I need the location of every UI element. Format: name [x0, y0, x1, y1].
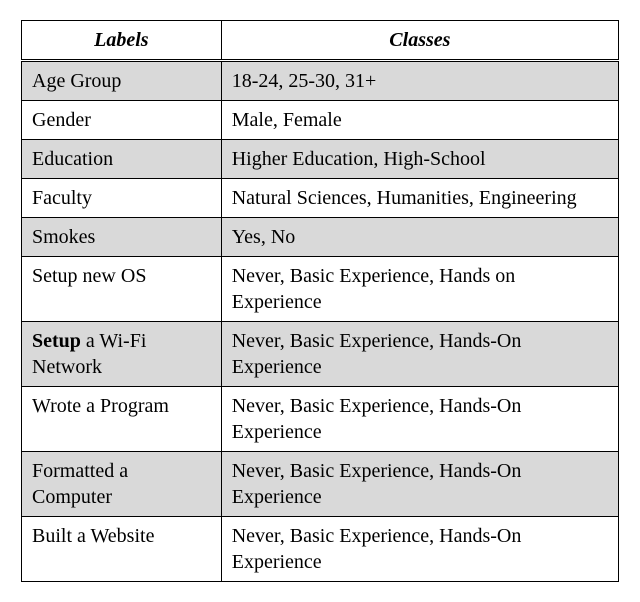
- label-formatted-computer: Formatted a Computer: [22, 452, 222, 517]
- classes-gender: Male, Female: [221, 101, 618, 140]
- classes-age-group: 18-24, 25-30, 31+: [221, 61, 618, 101]
- classes-built-website: Never, Basic Experience, Hands-On Experi…: [221, 517, 618, 582]
- label-wrote-program: Wrote a Program: [22, 387, 222, 452]
- table-row: Wrote a Program Never, Basic Experience,…: [22, 387, 619, 452]
- table-row: Setup a Wi-Fi Network Never, Basic Exper…: [22, 322, 619, 387]
- classes-smokes: Yes, No: [221, 218, 618, 257]
- classes-wrote-program: Never, Basic Experience, Hands-On Experi…: [221, 387, 618, 452]
- data-table: Labels Classes Age Group 18-24, 25-30, 3…: [21, 20, 619, 582]
- classes-faculty: Natural Sciences, Humanities, Engineerin…: [221, 179, 618, 218]
- label-smokes: Smokes: [22, 218, 222, 257]
- header-labels: Labels: [22, 21, 222, 61]
- label-setup-wifi: Setup a Wi-Fi Network: [22, 322, 222, 387]
- table-row: Setup new OS Never, Basic Experience, Ha…: [22, 257, 619, 322]
- label-education: Education: [22, 140, 222, 179]
- label-setup-wifi-bold: Setup: [32, 330, 81, 352]
- header-row: Labels Classes: [22, 21, 619, 61]
- table-row: Formatted a Computer Never, Basic Experi…: [22, 452, 619, 517]
- classes-setup-wifi: Never, Basic Experience, Hands-On Experi…: [221, 322, 618, 387]
- label-setup-os: Setup new OS: [22, 257, 222, 322]
- table-row: Education Higher Education, High-School: [22, 140, 619, 179]
- label-gender: Gender: [22, 101, 222, 140]
- header-classes: Classes: [221, 21, 618, 61]
- classes-education: Higher Education, High-School: [221, 140, 618, 179]
- table-row: Age Group 18-24, 25-30, 31+: [22, 61, 619, 101]
- label-faculty: Faculty: [22, 179, 222, 218]
- table-row: Smokes Yes, No: [22, 218, 619, 257]
- table-row: Faculty Natural Sciences, Humanities, En…: [22, 179, 619, 218]
- label-age-group: Age Group: [22, 61, 222, 101]
- table-row: Built a Website Never, Basic Experience,…: [22, 517, 619, 582]
- label-built-website: Built a Website: [22, 517, 222, 582]
- table-row: Gender Male, Female: [22, 101, 619, 140]
- classes-formatted-computer: Never, Basic Experience, Hands-On Experi…: [221, 452, 618, 517]
- classes-setup-os: Never, Basic Experience, Hands on Experi…: [221, 257, 618, 322]
